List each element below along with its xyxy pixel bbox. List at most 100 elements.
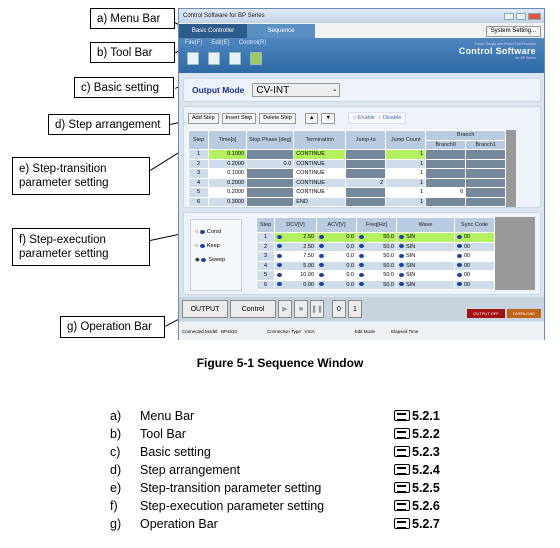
sweep-mode-icon[interactable] [457,253,462,258]
table-cell[interactable]: 00 [454,279,495,290]
sweep-mode-icon[interactable] [319,244,324,249]
table-cell[interactable]: 0.0 [316,232,357,243]
table-cell[interactable] [425,168,467,179]
table-cell[interactable]: 0.0 [316,279,357,290]
table-cell[interactable]: CONTINUE [293,187,347,198]
table-row[interactable]: 3 7.50 0.0 50.0 SIN 00 [256,251,495,262]
sweep-mode-icon[interactable] [319,234,324,239]
sweep-mode-icon[interactable] [277,282,282,287]
table-cell[interactable]: 00 [454,251,495,262]
table-cell[interactable]: SIN [396,251,455,262]
table-cell[interactable]: 50.0 [356,279,397,290]
table-cell[interactable]: 6 [256,279,275,290]
table-row[interactable]: 2 0.2000 0.0 CONTINUE 1 [188,158,507,169]
maximize-button[interactable] [516,12,526,20]
disable-radio[interactable]: Disable [383,115,401,121]
table-cell[interactable]: 1 [188,149,209,160]
table-cell[interactable]: 00 [454,232,495,243]
table-cell[interactable]: 2.50 [274,241,317,252]
sweep-mode-icon[interactable] [277,234,282,239]
sweep-mode-icon[interactable] [457,234,462,239]
new-icon[interactable] [187,52,199,65]
table-cell[interactable] [245,149,295,160]
table-cell[interactable]: END [293,196,347,207]
table-cell[interactable] [425,196,467,207]
list-ref[interactable]: 5.2.7 [394,517,440,531]
table-cell[interactable]: 6 [425,187,467,198]
insert-step-button[interactable]: Insert Step [221,112,257,124]
table-cell[interactable]: 3 [256,251,275,262]
sweep-mode-icon[interactable] [319,263,324,268]
tab-basic-controller[interactable]: Basic Controller [179,24,247,38]
sweep-mode-icon[interactable] [319,272,324,277]
table-cell[interactable]: 2 [188,158,209,169]
table-cell[interactable] [425,177,467,188]
table-cell[interactable] [345,168,387,179]
list-ref[interactable]: 5.2.6 [394,499,440,513]
table-row[interactable]: 1 0.1000 CONTINUE 1 [188,149,507,160]
table-cell[interactable]: 0.00 [274,279,317,290]
table-cell[interactable]: 1 [385,177,427,188]
list-ref[interactable]: 5.2.5 [394,481,440,495]
save-icon[interactable] [229,52,241,65]
table-row[interactable]: 4 5.00 0.0 50.0 SIN 00 [256,260,495,271]
table-cell[interactable]: 1 [385,149,427,160]
sweep-mode-icon[interactable] [399,244,404,249]
sweep-mode-icon[interactable] [359,234,364,239]
stop-icon[interactable]: ■ [294,300,308,318]
table-cell[interactable]: 4 [256,260,275,271]
table-cell[interactable] [345,196,387,207]
menu-control[interactable]: Control(R) [239,40,267,46]
list-ref[interactable]: 5.2.3 [394,445,440,459]
sweep-mode-icon[interactable] [277,272,282,277]
table-cell[interactable]: 50.0 [356,232,397,243]
table-cell[interactable]: CONTINUE [293,168,347,179]
sweep-mode-icon[interactable] [277,244,282,249]
menu-edit[interactable]: Edit(E) [211,40,229,46]
table-cell[interactable]: 2 [256,241,275,252]
table-cell[interactable]: 0.2000 [208,187,247,198]
table-cell[interactable]: 0.0 [316,270,357,281]
table-row[interactable]: 6 0.3000 END 1 [188,196,507,207]
table-cell[interactable]: 0.0 [316,251,357,262]
table-row[interactable]: 4 0.2000 CONTINUE 2 1 [188,177,507,188]
table-cell[interactable] [245,187,295,198]
table-cell[interactable] [465,177,507,188]
table-cell[interactable] [465,187,507,198]
list-ref[interactable]: 5.2.4 [394,463,440,477]
table-cell[interactable]: SIN [396,279,455,290]
table-row[interactable]: 3 0.1000 CONTINUE 1 [188,168,507,179]
add-step-button[interactable]: Add Step [188,112,219,124]
table-cell[interactable]: SIN [396,270,455,281]
table-cell[interactable]: SIN [396,260,455,271]
table-cell[interactable]: 5.00 [274,260,317,271]
minimize-button[interactable] [504,12,514,20]
sweep-mode-icon[interactable] [359,263,364,268]
delete-step-button[interactable]: Delete Step [259,112,296,124]
table-cell[interactable]: 4 [188,177,209,188]
sweep-mode-icon[interactable] [319,282,324,287]
table-cell[interactable]: 1 [385,168,427,179]
table-cell[interactable]: 2 [345,177,387,188]
enable-radio[interactable]: Enable [358,115,375,121]
table-cell[interactable]: 0.0 [316,241,357,252]
sweep-mode-icon[interactable] [457,263,462,268]
sweep-mode-icon[interactable] [399,272,404,277]
table-cell[interactable]: 00 [454,260,495,271]
table-cell[interactable]: 0.1000 [208,168,247,179]
sweep-mode-icon[interactable] [359,272,364,277]
table-cell[interactable] [345,149,387,160]
table-cell[interactable]: CONTINUE [293,177,347,188]
sweep-mode-icon[interactable] [359,282,364,287]
list-ref[interactable]: 5.2.2 [394,427,440,441]
mode-sweep[interactable]: ◉ Sweep [195,253,237,267]
table-cell[interactable]: 00 [454,241,495,252]
table-cell[interactable]: 0.2000 [208,158,247,169]
output-button[interactable]: OUTPUT [182,300,228,318]
sweep-mode-icon[interactable] [399,234,404,239]
table-row[interactable]: 5 10.00 0.0 50.0 SIN 00 [256,270,495,281]
table-cell[interactable] [425,158,467,169]
mode-keep[interactable]: ○ Keep [195,239,237,253]
tab-sequence[interactable]: Sequence [247,24,315,38]
sweep-mode-icon[interactable] [457,244,462,249]
